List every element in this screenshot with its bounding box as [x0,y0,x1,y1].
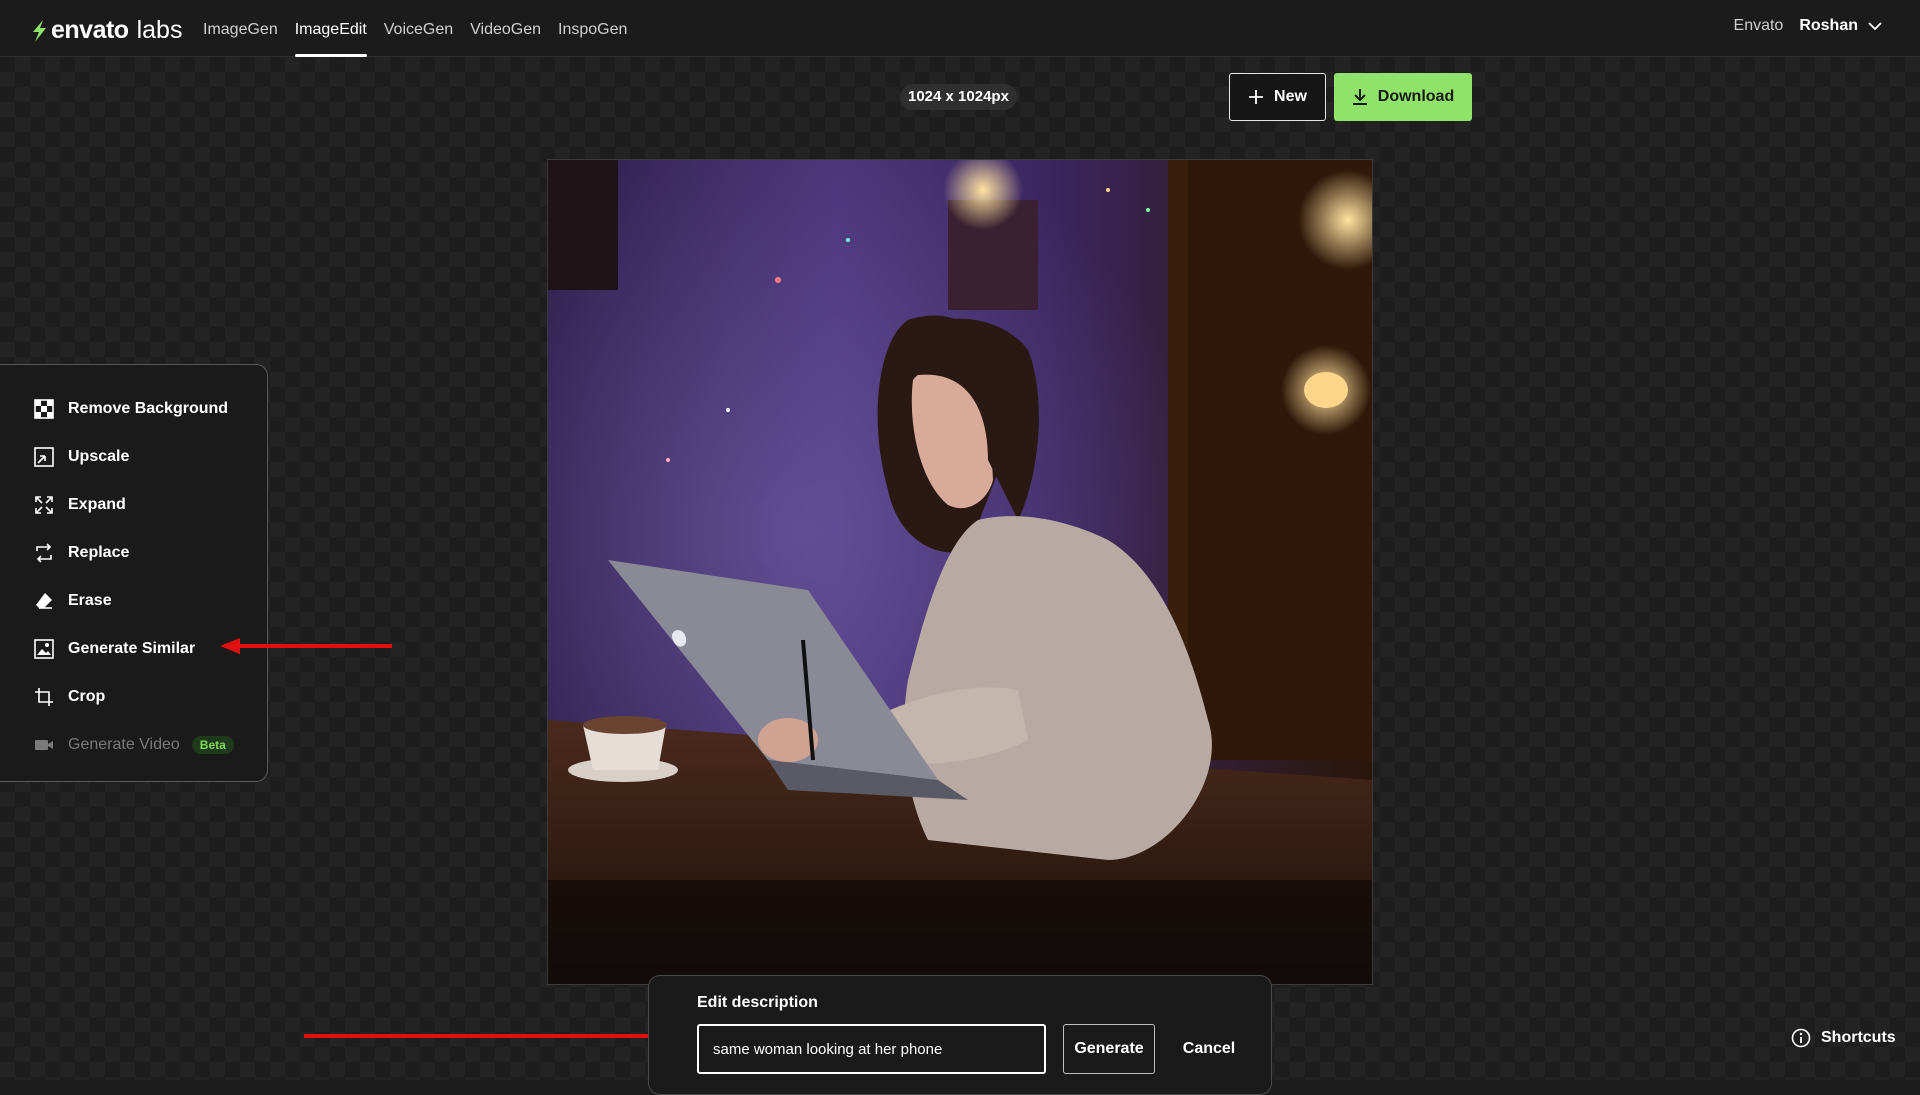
image-size-badge: 1024 x 1024px [900,84,1017,110]
tool-label: Expand [68,496,126,513]
download-button-label: Download [1377,88,1455,105]
shortcuts-button[interactable]: Shortcuts [1791,1028,1896,1048]
new-button-label: New [1274,88,1307,105]
download-icon [1352,89,1367,105]
nav-videogen[interactable]: VideoGen [470,0,541,57]
nav-imageedit[interactable]: ImageEdit [294,0,367,57]
tool-expand[interactable]: Expand [0,481,267,529]
expand-icon [35,496,53,514]
generate-button[interactable]: Generate [1063,1024,1155,1074]
replace-icon [36,543,52,563]
chevron-down-icon [1868,21,1882,30]
beta-badge: Beta [191,736,234,754]
edit-tools-panel: Remove Background Upscale Expand Replace… [0,364,268,782]
main-nav: ImageGen ImageEdit VoiceGen VideoGen Ins… [203,0,627,57]
brand-sub: labs [136,16,183,44]
tool-label: Generate Video [68,736,180,753]
info-icon [1791,1028,1811,1048]
annotation-arrow-edit-input [304,1028,676,1044]
tool-erase[interactable]: Erase [0,577,267,625]
upscale-icon [34,447,54,467]
tool-generate-video: Generate Video Beta [0,721,267,769]
nav-inspogen[interactable]: InspoGen [558,0,627,57]
download-button[interactable]: Download [1334,73,1472,121]
tool-remove-background[interactable]: Remove Background [0,385,267,433]
eraser-icon [36,593,52,609]
annotation-arrow-generate-similar [220,638,392,654]
brand-name: envato [51,16,129,44]
tool-label: Upscale [68,448,130,465]
envato-labs-logo[interactable]: envato labs [31,16,182,45]
image-icon [34,639,54,659]
tool-crop[interactable]: Crop [0,673,267,721]
org-link[interactable]: Envato [1734,17,1784,35]
tool-label: Erase [68,592,112,609]
tool-label: Replace [68,544,130,561]
checkerboard-icon [34,399,54,419]
crop-icon [35,688,53,706]
tool-replace[interactable]: Replace [0,529,267,577]
plus-icon [1249,90,1264,104]
edit-description-title: Edit description [697,994,818,1011]
video-camera-icon [35,740,53,750]
tool-label: Crop [68,688,106,705]
edited-image[interactable] [547,159,1373,985]
tool-label: Generate Similar [68,640,196,657]
edit-description-input[interactable] [697,1024,1046,1074]
user-name: Roshan [1799,17,1858,34]
nav-voicegen[interactable]: VoiceGen [384,0,453,57]
new-button[interactable]: New [1229,73,1326,121]
edit-description-panel: Edit description Generate Cancel [648,975,1272,1095]
nav-imagegen[interactable]: ImageGen [203,0,278,57]
cafe-woman-photo [548,160,1372,984]
top-navigation-bar: envato labs ImageGen ImageEdit VoiceGen … [0,0,1920,57]
tool-upscale[interactable]: Upscale [0,433,267,481]
account-area: Envato Roshan [1734,17,1882,35]
tool-label: Remove Background [68,400,229,417]
cancel-button[interactable]: Cancel [1169,1024,1249,1074]
envato-leaf-icon [33,19,46,42]
shortcuts-label: Shortcuts [1821,1029,1896,1046]
user-menu[interactable]: Roshan [1799,17,1882,35]
